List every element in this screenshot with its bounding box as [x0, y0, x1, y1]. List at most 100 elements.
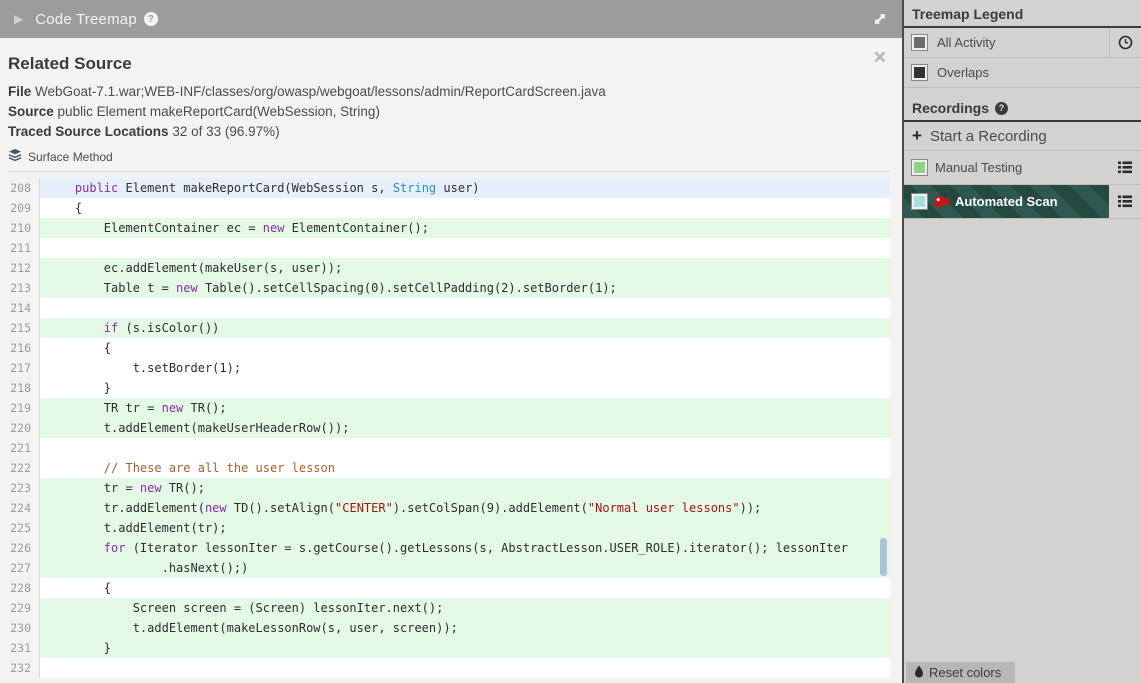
code-line[interactable]: 208 public Element makeReportCard(WebSes… [0, 178, 890, 198]
code-text: .hasNext();) [40, 558, 890, 578]
code-line[interactable]: 213 Table t = new Table().setCellSpacing… [0, 278, 890, 298]
line-number: 231 [0, 638, 40, 658]
start-recording-label: Start a Recording [929, 127, 1047, 145]
file-label: File [8, 84, 32, 99]
line-number: 232 [0, 658, 40, 678]
recording-list: Manual Testing Automated Scan [904, 151, 1141, 219]
close-icon[interactable]: × [874, 47, 886, 68]
traced-value: 32 of 33 (96.97%) [172, 124, 280, 139]
reset-colors-label: Reset colors [929, 665, 1002, 680]
legend-row-overlaps[interactable]: Overlaps [904, 58, 1141, 88]
recording-row[interactable]: Manual Testing [904, 151, 1141, 185]
line-number: 216 [0, 338, 40, 358]
code-treemap-panel: ▶ Code Treemap ? Related Source × File W… [0, 0, 902, 683]
droplet-icon [914, 665, 924, 681]
code-line[interactable]: 220 t.addElement(makeUserHeaderRow()); [0, 418, 890, 438]
code-line[interactable]: 212 ec.addElement(makeUser(s, user)); [0, 258, 890, 278]
divider [8, 171, 890, 172]
code-line[interactable]: 224 tr.addElement(new TD().setAlign("CEN… [0, 498, 890, 518]
code-line[interactable]: 230 t.addElement(makeLessonRow(s, user, … [0, 618, 890, 638]
start-recording-button[interactable]: + Start a Recording [904, 122, 1141, 151]
recording-camera-icon [935, 196, 950, 207]
recording-row-main[interactable]: Automated Scan [904, 185, 1109, 218]
code-line[interactable]: 217 t.setBorder(1); [0, 358, 890, 378]
code-text: // These are all the user lesson [46, 461, 335, 475]
layers-icon [8, 148, 22, 165]
code-scrollbar-thumb[interactable] [880, 538, 887, 576]
code-line[interactable]: 229 Screen screen = (Screen) lessonIter.… [0, 598, 890, 618]
line-number: 219 [0, 398, 40, 418]
traced-label: Traced Source Locations [8, 124, 169, 139]
related-source-title: Related Source [8, 54, 132, 73]
code-line[interactable]: 216 { [0, 338, 890, 358]
panel-header: ▶ Code Treemap ? [0, 0, 902, 38]
recording-color-swatch[interactable] [911, 159, 928, 176]
line-number: 217 [0, 358, 40, 378]
history-clock-icon[interactable] [1109, 28, 1141, 57]
code-text: tr.addElement(new TD().setAlign("CENTER"… [40, 498, 890, 518]
code-line[interactable]: 232 [0, 658, 890, 678]
code-text: public Element makeReportCard(WebSession… [40, 178, 890, 198]
overlaps-color-swatch[interactable] [911, 64, 928, 81]
line-number: 229 [0, 598, 40, 618]
code-text: { [46, 201, 83, 215]
line-number: 215 [0, 318, 40, 338]
code-line[interactable]: 231 } [0, 638, 890, 658]
overlaps-label: Overlaps [937, 65, 990, 80]
expand-icon[interactable] [872, 11, 888, 32]
code-line[interactable]: 214 [0, 298, 890, 318]
code-line[interactable]: 225 t.addElement(tr); [0, 518, 890, 538]
code-line[interactable]: 226 for (Iterator lessonIter = s.getCour… [0, 538, 890, 558]
legend-row-all-activity[interactable]: All Activity [904, 28, 1141, 58]
code-line[interactable]: 222 // These are all the user lesson [0, 458, 890, 478]
line-number: 226 [0, 538, 40, 558]
code-line[interactable]: 223 tr = new TR(); [0, 478, 890, 498]
code-line[interactable]: 209 { [0, 198, 890, 218]
code-text: t.addElement(makeLessonRow(s, user, scre… [40, 618, 890, 638]
code-text: Screen screen = (Screen) lessonIter.next… [40, 598, 890, 618]
file-line: File WebGoat-7.1.war;WEB-INF/classes/org… [8, 82, 890, 102]
code-line[interactable]: 221 [0, 438, 890, 458]
code-text: { [46, 341, 112, 355]
recordings-help-icon[interactable]: ? [995, 101, 1009, 115]
code-text: Table t = new Table().setCellSpacing(0).… [40, 278, 890, 298]
collapse-arrow-icon[interactable]: ▶ [14, 12, 23, 26]
line-number: 220 [0, 418, 40, 438]
code-text: } [40, 638, 890, 658]
code-text: ec.addElement(makeUser(s, user)); [40, 258, 890, 278]
code-line[interactable]: 219 TR tr = new TR(); [0, 398, 890, 418]
code-line[interactable]: 211 [0, 238, 890, 258]
code-text: tr = new TR(); [40, 478, 890, 498]
line-number: 209 [0, 198, 40, 218]
source-line: Source public Element makeReportCard(Web… [8, 102, 890, 122]
recording-color-swatch[interactable] [911, 193, 928, 210]
file-value: WebGoat-7.1.war;WEB-INF/classes/org/owas… [35, 84, 606, 99]
line-number: 221 [0, 438, 40, 458]
recording-row-main[interactable]: Manual Testing [904, 151, 1109, 184]
code-text: t.addElement(tr); [40, 518, 890, 538]
plus-icon: + [912, 126, 922, 145]
list-icon[interactable] [1109, 151, 1141, 184]
recordings-title: Recordings ? [904, 94, 1141, 122]
panel-title: Code Treemap [35, 10, 137, 28]
line-number: 211 [0, 238, 40, 258]
code-line[interactable]: 228 { [0, 578, 890, 598]
help-icon[interactable]: ? [143, 12, 158, 26]
line-number: 228 [0, 578, 40, 598]
list-icon[interactable] [1109, 185, 1141, 218]
code-text: ElementContainer ec = new ElementContain… [40, 218, 890, 238]
all-activity-color-swatch[interactable] [911, 34, 928, 51]
code-line[interactable]: 210 ElementContainer ec = new ElementCon… [0, 218, 890, 238]
code-line[interactable]: 218 } [0, 378, 890, 398]
recording-label: Manual Testing [935, 160, 1023, 175]
code-text: for (Iterator lessonIter = s.getCourse()… [40, 538, 890, 558]
code-viewer[interactable]: 208 public Element makeReportCard(WebSes… [0, 178, 890, 678]
reset-colors-button[interactable]: Reset colors [906, 662, 1016, 683]
code-line[interactable]: 227 .hasNext();) [0, 558, 890, 578]
recording-row[interactable]: Automated Scan [904, 185, 1141, 219]
source-label: Source [8, 104, 54, 119]
line-number: 208 [0, 178, 40, 198]
code-line[interactable]: 215 if (s.isColor()) [0, 318, 890, 338]
